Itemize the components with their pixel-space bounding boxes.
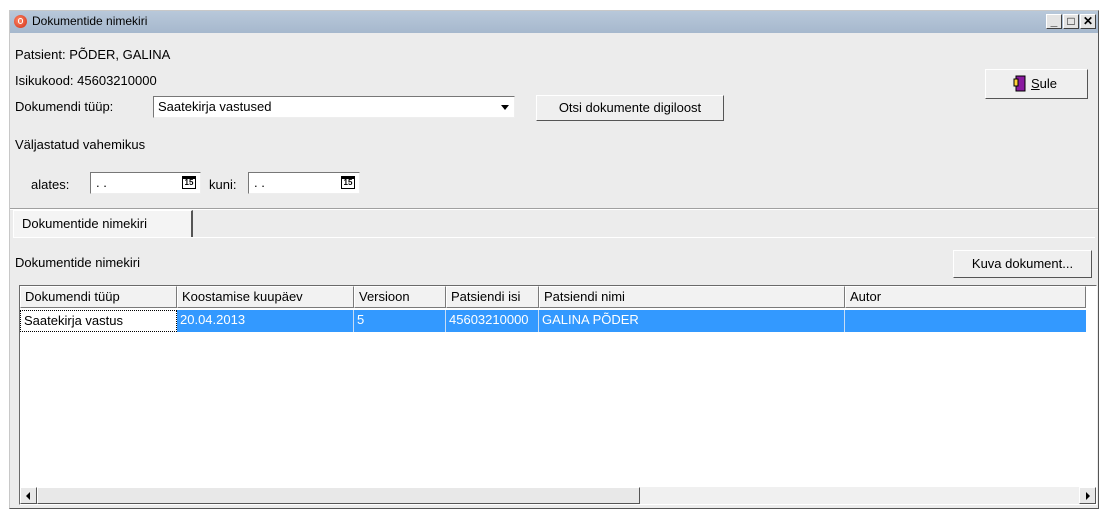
range-label: Väljastatud vahemikus (15, 137, 146, 152)
cell-patient-code[interactable]: 45603210000 (446, 310, 539, 332)
chevron-down-icon[interactable] (498, 99, 512, 115)
close-window-button[interactable]: ✕ (1080, 14, 1096, 29)
tab-label: Dokumentide nimekiri (22, 216, 147, 231)
column-header-version[interactable]: Versioon (354, 286, 446, 308)
scroll-thumb[interactable] (37, 487, 640, 504)
horizontal-scrollbar[interactable] (20, 487, 1096, 504)
column-header-patient-name[interactable]: Patsiendi nimi (539, 286, 845, 308)
close-button[interactable]: Sule (985, 69, 1088, 99)
calendar-icon[interactable]: 15 (341, 176, 355, 189)
minimize-button[interactable]: _ (1046, 14, 1062, 29)
maximize-button[interactable]: □ (1063, 14, 1079, 29)
tab-panel-border (13, 237, 1095, 238)
cell-version[interactable]: 5 (354, 310, 446, 332)
cell-patient-name[interactable]: GALINA PÕDER (539, 310, 845, 332)
scroll-left-icon[interactable] (20, 487, 37, 504)
to-label: kuni: (209, 177, 237, 192)
table-row[interactable]: Saatekirja vastus 20.04.2013 5 456032100… (20, 310, 1086, 332)
doctype-select[interactable]: Saatekirja vastused (153, 96, 515, 118)
column-header-patient-code[interactable]: Patsiendi isi (446, 286, 539, 308)
patient-name: Patsient: PÕDER, GALINA (15, 47, 171, 62)
from-label: alates: (31, 177, 70, 192)
app-icon (14, 15, 27, 28)
patient-code: Isikukood: 45603210000 (15, 73, 157, 88)
from-date-field[interactable]: . . 15 (90, 172, 201, 194)
table-header: Dokumendi tüüp Koostamise kuupäev Versio… (20, 286, 1096, 308)
close-mnemonic: S (1031, 76, 1040, 91)
close-label: ule (1039, 76, 1058, 91)
cell-date[interactable]: 20.04.2013 (177, 310, 354, 332)
doctype-label: Dokumendi tüüp: (15, 99, 114, 114)
calendar-icon[interactable]: 15 (182, 176, 196, 189)
title-bar[interactable]: Dokumentide nimekiri _ □ ✕ (10, 11, 1098, 33)
doctype-value: Saatekirja vastused (158, 99, 272, 114)
to-date-value: . . (254, 175, 265, 190)
tab-document-list[interactable]: Dokumentide nimekiri (13, 210, 193, 237)
search-digital-history-button[interactable]: Otsi dokumente digiloost (536, 95, 724, 121)
column-header-date[interactable]: Koostamise kuupäev (177, 286, 354, 308)
cell-doctype[interactable]: Saatekirja vastus (20, 310, 177, 332)
document-table[interactable]: Dokumendi tüüp Koostamise kuupäev Versio… (19, 285, 1097, 505)
exit-door-icon (1013, 75, 1026, 92)
column-header-doctype[interactable]: Dokumendi tüüp (20, 286, 177, 308)
scroll-right-icon[interactable] (1079, 487, 1096, 504)
document-list-window: Dokumentide nimekiri _ □ ✕ Patsient: PÕD… (9, 10, 1099, 509)
from-date-value: . . (96, 175, 107, 190)
list-label: Dokumentide nimekiri (15, 255, 140, 270)
to-date-field[interactable]: . . 15 (248, 172, 360, 194)
window-title: Dokumentide nimekiri (32, 14, 148, 28)
column-header-author[interactable]: Autor (845, 286, 1086, 308)
show-document-button[interactable]: Kuva dokument... (953, 250, 1092, 278)
cell-author[interactable] (845, 310, 1086, 332)
